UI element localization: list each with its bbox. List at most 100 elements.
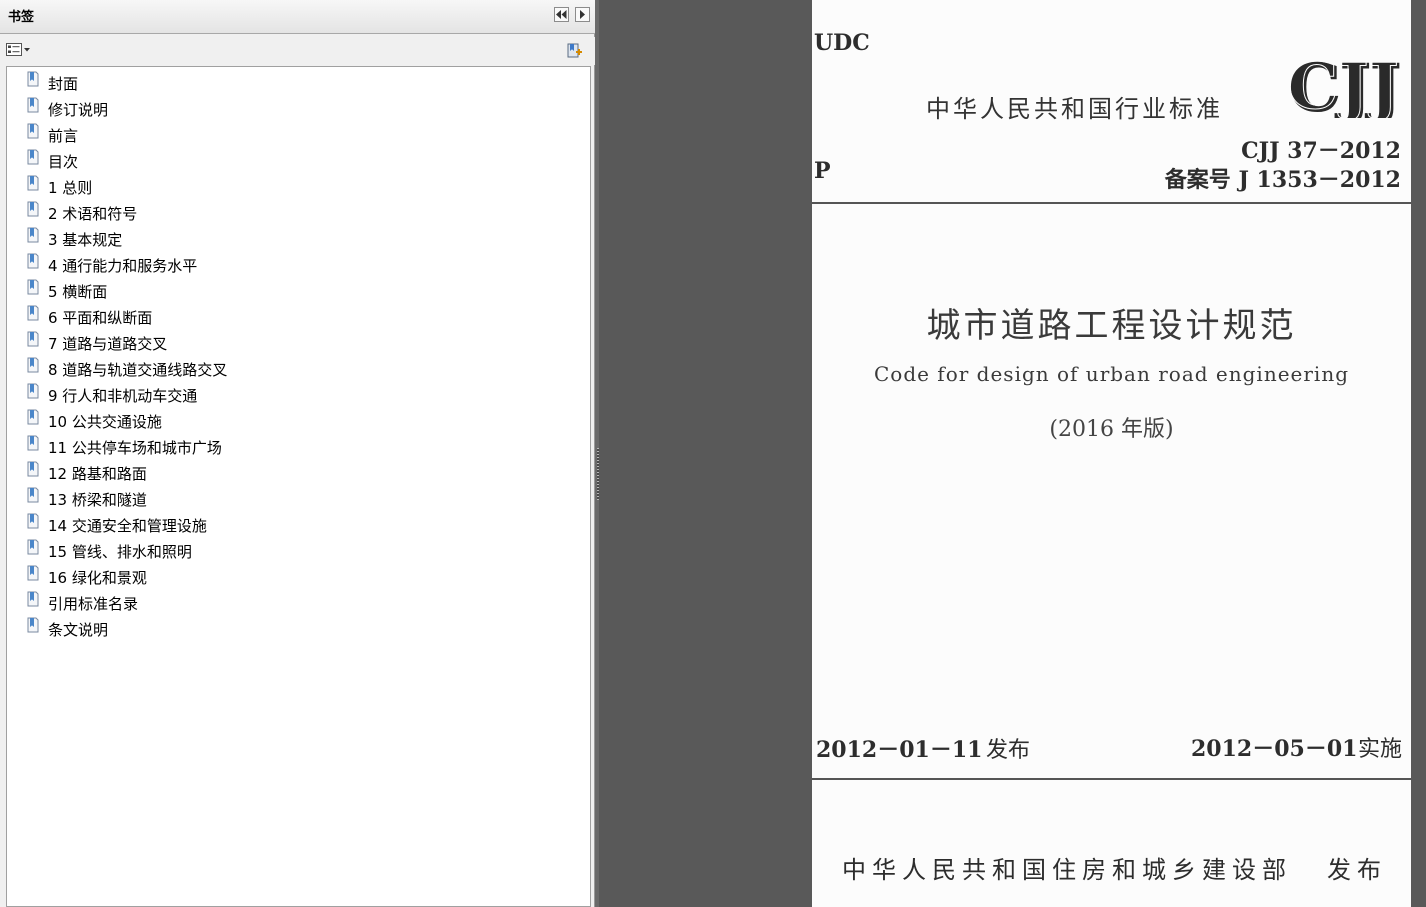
pdf-reader-window: 书签 封面 修订说明 前言 目次 1 总则 2 术语和符号 3 基本规定 4 通…	[0, 0, 1426, 907]
udc-label: UDC	[814, 30, 870, 56]
record-number: 备案号 J 1353－2012	[1164, 167, 1401, 193]
bookmark-label: 3 基本规定	[48, 230, 123, 249]
bookmark-page-icon	[27, 409, 39, 425]
issue-label: 发布	[986, 738, 1031, 763]
chevron-right-icon	[580, 10, 585, 19]
bookmark-item[interactable]: 11 公共停车场和城市广场	[27, 435, 222, 458]
header-rule	[812, 202, 1411, 204]
bookmark-item[interactable]: 封面	[27, 71, 79, 94]
bookmark-page-icon	[27, 305, 39, 321]
bookmark-page-icon	[27, 565, 39, 581]
bookmark-page-icon	[27, 175, 39, 191]
bookmark-page-icon	[27, 123, 39, 139]
publisher-label: 发布	[1327, 856, 1387, 884]
collapse-pane-button[interactable]	[554, 7, 569, 22]
bookmark-label: 15 管线、排水和照明	[48, 542, 192, 561]
publisher: 中华人民共和国住房和城乡建设部	[842, 856, 1292, 884]
bookmarks-tree[interactable]: 封面修订说明前言目次 1 总则 2 术语和符号 3 基本规定 4 通行能力和服务水平 5 …	[6, 66, 591, 907]
options-menu-icon	[6, 43, 30, 56]
bookmark-item[interactable]: 14 交通安全和管理设施	[27, 513, 207, 536]
bookmark-item[interactable]: 3 基本规定	[27, 227, 123, 250]
bookmark-label: 6 平面和纵断面	[48, 308, 153, 327]
bookmark-label: 4 通行能力和服务水平	[48, 256, 198, 275]
bookmark-label: 封面	[48, 74, 79, 93]
bookmark-page-icon	[27, 461, 39, 477]
bookmark-label: 引用标准名录	[48, 594, 139, 613]
bookmark-page-icon	[27, 201, 39, 217]
bookmark-label: 条文说明	[48, 620, 109, 639]
expand-pane-button[interactable]	[575, 7, 590, 22]
edition-label: (2016 年版)	[1049, 417, 1174, 442]
bookmark-item[interactable]: 13 桥梁和隧道	[27, 487, 147, 510]
bookmark-page-icon	[27, 357, 39, 373]
bookmarks-toolbar	[0, 37, 595, 65]
footer-rule	[812, 778, 1411, 780]
bookmark-page-icon	[27, 227, 39, 243]
bookmark-item[interactable]: 9 行人和非机动车交通	[27, 383, 198, 406]
bookmark-item[interactable]: 目次	[27, 149, 79, 172]
bookmark-item[interactable]: 6 平面和纵断面	[27, 305, 153, 328]
bookmark-page-icon	[27, 513, 39, 529]
bookmark-item[interactable]: 条文说明	[27, 617, 109, 640]
bookmark-item[interactable]: 7 道路与道路交叉	[27, 331, 168, 354]
bookmark-page-icon	[27, 279, 39, 295]
bookmark-item[interactable]: 5 横断面	[27, 279, 108, 302]
bookmark-label: 5 横断面	[48, 282, 108, 301]
bookmark-label: 2 术语和符号	[48, 204, 138, 223]
document-page: UDC P 中华人民共和国行业标准 CJJ CJJ CJJ 37－2012 备案…	[812, 0, 1411, 907]
new-bookmark-icon	[567, 43, 582, 58]
bookmark-label: 16 绿化和景观	[48, 568, 147, 587]
bookmark-item[interactable]: 4 通行能力和服务水平	[27, 253, 198, 276]
splitter-grip[interactable]	[597, 448, 599, 500]
bookmark-item[interactable]: 2 术语和符号	[27, 201, 138, 224]
options-menu-button[interactable]	[5, 42, 31, 58]
bookmark-label: 8 道路与轨道交通线路交叉	[48, 360, 228, 379]
implement-date: 2012－05－01	[1191, 736, 1358, 762]
bookmark-page-icon	[27, 253, 39, 269]
title-english: Code for design of urban road engineerin…	[873, 362, 1350, 386]
bookmark-label: 目次	[48, 152, 79, 171]
bookmark-item[interactable]: 12 路基和路面	[27, 461, 147, 484]
bookmarks-pane: 书签 封面 修订说明 前言 目次 1 总则 2 术语和符号 3 基本规定 4 通…	[0, 0, 595, 907]
issue-date: 2012－01－11	[816, 737, 983, 763]
bookmark-page-icon	[27, 539, 39, 555]
bookmark-label: 7 道路与道路交叉	[48, 334, 168, 353]
bookmark-page-icon	[27, 591, 39, 607]
bookmark-page-icon	[27, 71, 39, 87]
double-chevron-left-icon	[556, 10, 567, 19]
bookmark-item[interactable]: 修订说明	[27, 97, 109, 120]
bookmark-item[interactable]: 10 公共交通设施	[27, 409, 162, 432]
bookmark-page-icon	[27, 487, 39, 503]
bookmark-item[interactable]: 1 总则	[27, 175, 93, 198]
bookmark-page-icon	[27, 617, 39, 633]
bookmark-label: 9 行人和非机动车交通	[48, 386, 198, 405]
bookmark-page-icon	[27, 331, 39, 347]
bookmark-label: 14 交通安全和管理设施	[48, 516, 207, 535]
bookmark-page-icon	[27, 149, 39, 165]
bookmark-item[interactable]: 8 道路与轨道交通线路交叉	[27, 357, 228, 380]
bookmarks-title: 书签	[8, 10, 35, 25]
bookmark-label: 修订说明	[48, 100, 109, 119]
bookmarks-header: 书签	[0, 0, 595, 34]
title-chinese: 城市道路工程设计规范	[926, 306, 1297, 346]
new-bookmark-button[interactable]	[565, 42, 583, 60]
bookmark-page-icon	[27, 435, 39, 451]
standard-number: CJJ 37－2012	[1241, 138, 1401, 164]
svg-text:CJJ: CJJ	[1287, 52, 1399, 118]
bookmark-label: 12 路基和路面	[48, 464, 147, 483]
bookmark-label: 11 公共停车场和城市广场	[48, 438, 222, 457]
bookmark-item[interactable]: 前言	[27, 123, 79, 146]
bookmark-item[interactable]: 16 绿化和景观	[27, 565, 147, 588]
bookmark-page-icon	[27, 383, 39, 399]
cjj-logo: CJJ CJJ	[1287, 52, 1402, 118]
bookmark-page-icon	[27, 97, 39, 113]
bookmark-label: 前言	[48, 126, 79, 145]
viewer-margin	[1411, 0, 1426, 907]
bookmark-label: 1 总则	[48, 178, 93, 197]
bookmark-label: 10 公共交通设施	[48, 412, 162, 431]
bookmark-label: 13 桥梁和隧道	[48, 490, 147, 509]
bookmark-item[interactable]: 15 管线、排水和照明	[27, 539, 192, 562]
implement-label: 实施	[1358, 737, 1403, 762]
standard-type: 中华人民共和国行业标准	[926, 95, 1223, 123]
bookmark-item[interactable]: 引用标准名录	[27, 591, 139, 614]
